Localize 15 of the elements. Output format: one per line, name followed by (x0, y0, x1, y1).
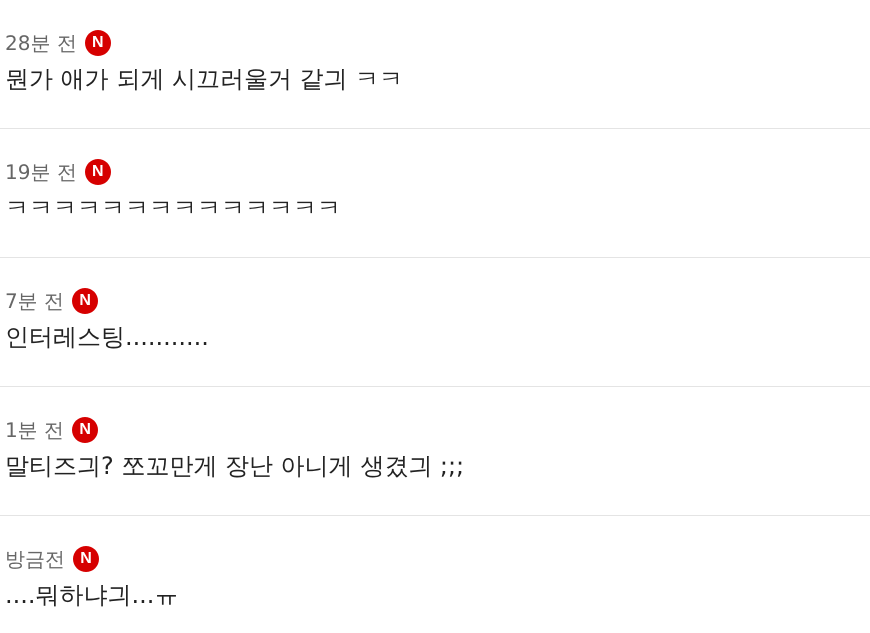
new-badge: N (72, 288, 98, 314)
comment-text: ㅋㅋㅋㅋㅋㅋㅋㅋㅋㅋㅋㅋㅋㅋ (5, 193, 342, 224)
comment-time: 19분 전 (5, 158, 77, 186)
new-badge: N (73, 546, 99, 572)
comment-time: 1분 전 (5, 416, 64, 444)
new-badge: N (84, 159, 111, 185)
new-badge: N (84, 30, 111, 56)
comment-time: 7분 전 (5, 288, 64, 314)
comment-text: 인터레스팅........... (5, 322, 210, 353)
comment-text: 뭔가 애가 되게 시끄러울거 같긔 ㅋㅋ (5, 64, 404, 95)
comment-text: ....뭐하냐긔...ㅠ (5, 580, 180, 611)
comment-time: 방금전 (5, 546, 65, 572)
new-badge: N (72, 417, 98, 443)
comment-time: 28분 전 (5, 30, 77, 56)
comment-text: 말티즈긔? 쪼꼬만게 장난 아니게 생겼긔 ;;; (5, 451, 466, 482)
